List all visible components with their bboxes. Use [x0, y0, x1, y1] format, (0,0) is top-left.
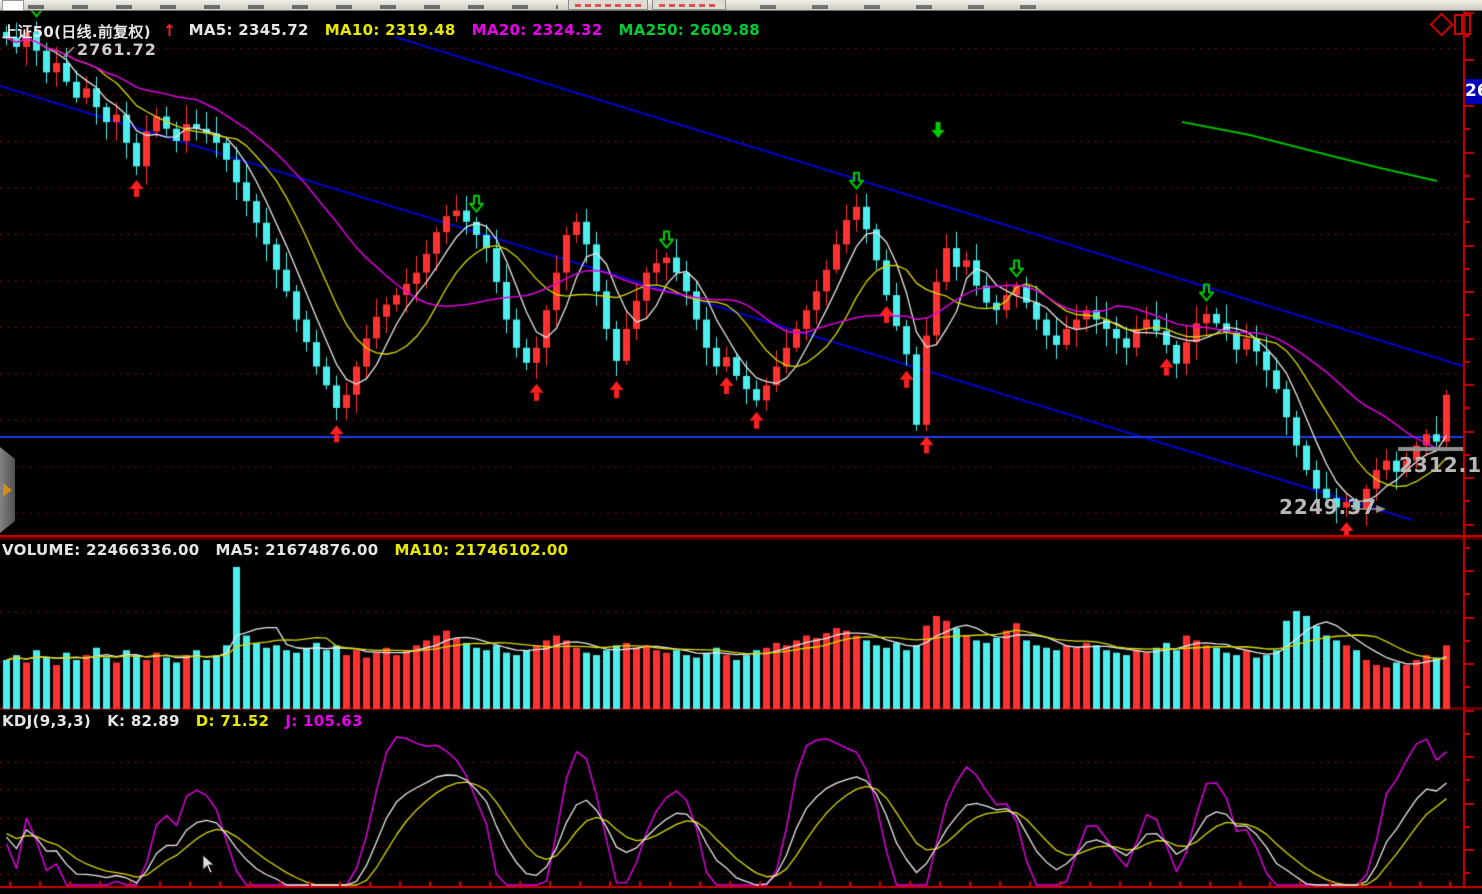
tdx-chart-window: 上证50(日线.前复权) ↑ MA5: 2345.72 MA10: 2319.4… — [0, 0, 1482, 894]
mouse-cursor — [202, 855, 216, 875]
volume-pane-header: VOLUME: 22466336.00 MA5: 21674876.00 MA1… — [2, 541, 568, 559]
volume-ma5-value: MA5: 21674876.00 — [215, 541, 378, 559]
volume-ma10-value: MA10: 21746102.00 — [395, 541, 569, 559]
quote-box-1[interactable] — [568, 0, 648, 10]
menu-items-clipped[interactable] — [760, 5, 1070, 9]
kdj-k-value: K: 82.89 — [107, 712, 180, 730]
ma250-value: MA250: 2609.88 — [618, 21, 760, 42]
quote-value-clipped — [575, 4, 641, 7]
low-price-label: 2249.37 — [1279, 495, 1377, 519]
kdj-title[interactable]: KDJ(9,3,3) — [2, 712, 91, 730]
last-price-label: 2312.17 — [1399, 453, 1482, 477]
sidebar-expand-handle[interactable] — [0, 447, 15, 533]
symbol-title[interactable]: 上证50(日线.前复权) — [2, 21, 151, 42]
right-axis-price-badge: 26 — [1465, 79, 1482, 104]
app-toolbar[interactable] — [0, 0, 1482, 11]
kdj-j-value: J: 105.63 — [285, 712, 362, 730]
high-price-label: 2761.72 — [77, 40, 157, 59]
ma5-value: MA5: 2345.72 — [189, 21, 309, 42]
split-window-icon[interactable] — [1454, 14, 1471, 35]
quote-box-2[interactable] — [652, 0, 726, 10]
up-arrow-icon: ↑ — [163, 21, 177, 42]
kdj-d-value: D: 71.52 — [196, 712, 270, 730]
volume-value: VOLUME: 22466336.00 — [2, 541, 199, 559]
kdj-pane-header: KDJ(9,3,3) K: 82.89 D: 71.52 J: 105.63 — [2, 712, 363, 730]
chart-canvas — [0, 0, 1482, 894]
toolbar-icon[interactable] — [2, 0, 24, 11]
menu-items-clipped[interactable] — [28, 5, 558, 9]
main-pane-header: 上证50(日线.前复权) ↑ MA5: 2345.72 MA10: 2319.4… — [2, 21, 760, 42]
ma20-value: MA20: 2324.32 — [472, 21, 603, 42]
quote-value-clipped — [659, 4, 719, 7]
expand-arrow-icon — [3, 483, 12, 497]
ma10-value: MA10: 2319.48 — [325, 21, 456, 42]
